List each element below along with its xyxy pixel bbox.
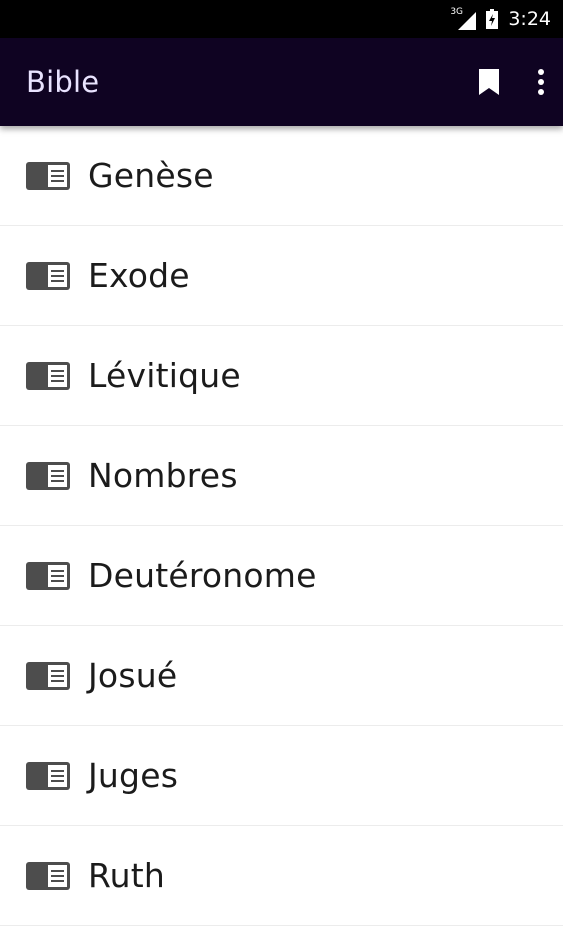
book-icon bbox=[26, 861, 70, 890]
book-item-ruth[interactable]: Ruth bbox=[0, 826, 563, 926]
book-label: Ruth bbox=[88, 856, 166, 895]
book-label: Genèse bbox=[88, 156, 214, 195]
book-icon bbox=[26, 661, 70, 690]
status-bar: 3G 3:24 bbox=[0, 0, 563, 38]
book-icon bbox=[26, 161, 70, 190]
book-label: Exode bbox=[88, 256, 190, 295]
book-item-exode[interactable]: Exode bbox=[0, 226, 563, 326]
book-label: Josué bbox=[88, 656, 178, 695]
book-label: Lévitique bbox=[88, 356, 241, 395]
status-time: 3:24 bbox=[508, 8, 551, 30]
book-label: Juges bbox=[88, 756, 179, 795]
book-item-deuteronome[interactable]: Deutéronome bbox=[0, 526, 563, 626]
bookmark-icon[interactable] bbox=[479, 69, 499, 95]
status-icons: 3G 3:24 bbox=[450, 8, 551, 30]
signal-icon: 3G bbox=[450, 8, 477, 30]
app-bar-actions bbox=[479, 69, 545, 95]
book-icon bbox=[26, 761, 70, 790]
book-item-levitique[interactable]: Lévitique bbox=[0, 326, 563, 426]
book-icon bbox=[26, 461, 70, 490]
book-item-josue[interactable]: Josué bbox=[0, 626, 563, 726]
app-title: Bible bbox=[26, 65, 100, 99]
book-icon bbox=[26, 561, 70, 590]
book-item-juges[interactable]: Juges bbox=[0, 726, 563, 826]
book-label: Nombres bbox=[88, 456, 238, 495]
book-item-genese[interactable]: Genèse bbox=[0, 126, 563, 226]
book-item-nombres[interactable]: Nombres bbox=[0, 426, 563, 526]
book-icon bbox=[26, 361, 70, 390]
book-list: Genèse Exode Lévitique Nombres Deutérono… bbox=[0, 126, 563, 926]
book-icon bbox=[26, 261, 70, 290]
battery-icon bbox=[486, 9, 499, 29]
more-vert-icon[interactable] bbox=[537, 69, 545, 95]
book-label: Deutéronome bbox=[88, 556, 317, 595]
app-bar: Bible bbox=[0, 38, 563, 126]
